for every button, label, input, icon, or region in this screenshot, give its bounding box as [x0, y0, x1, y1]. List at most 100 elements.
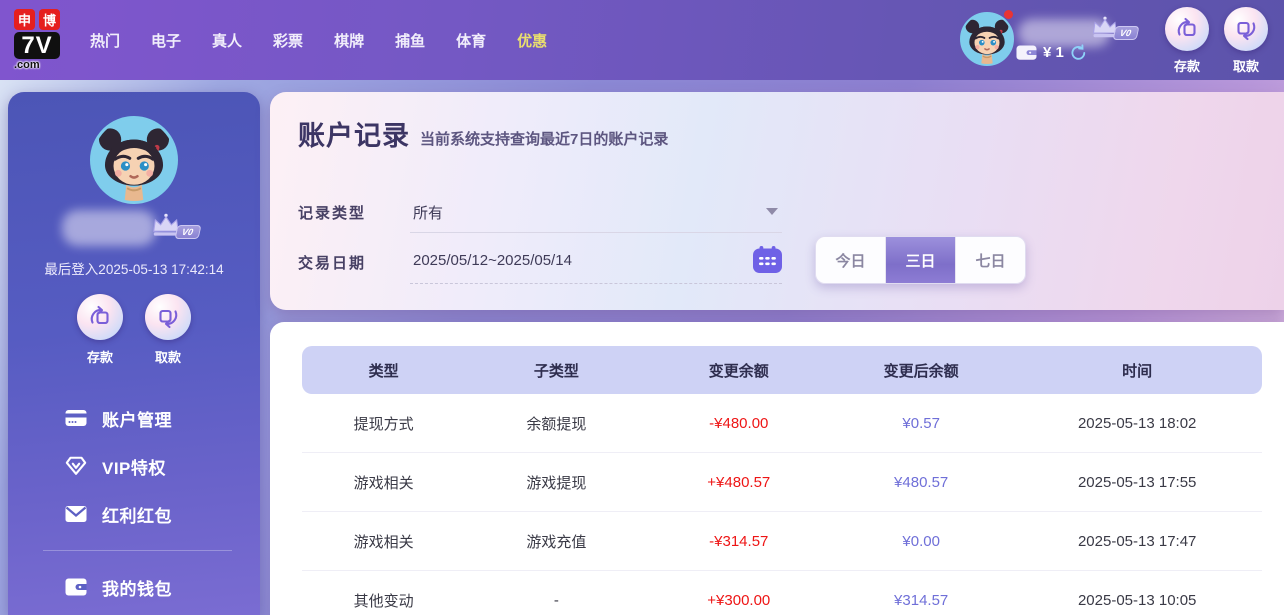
- table-header-row: 类型 子类型 变更余额 变更后余额 时间: [302, 346, 1262, 394]
- calendar-icon[interactable]: [753, 246, 782, 273]
- table-row: 其他变动 - +¥300.00 ¥314.57 2025-05-13 10:05: [302, 571, 1262, 615]
- username-redacted: [62, 210, 156, 246]
- cell-balance_after: ¥314.57: [894, 591, 949, 609]
- cell-balance_after: ¥0.57: [829, 394, 1013, 453]
- column-header: 变更余额: [647, 346, 830, 394]
- refresh-balance-icon[interactable]: [1070, 44, 1087, 61]
- range-button-今日[interactable]: 今日: [816, 237, 886, 283]
- deposit-button[interactable]: 存款: [77, 294, 123, 366]
- cell-subtype: 游戏充值: [465, 511, 648, 571]
- record-type-underline: [410, 232, 782, 233]
- sidebar-item-账户管理[interactable]: 账户管理: [8, 394, 260, 442]
- sidebar-item-label: VIP特权: [102, 458, 166, 478]
- vip-badge: V0: [174, 225, 202, 239]
- cell-change: +¥300.00: [707, 591, 771, 609]
- card-icon: [65, 407, 87, 429]
- deposit-button[interactable]: 存款: [1165, 7, 1209, 75]
- sidebar-item-label: 我的钱包: [102, 579, 172, 599]
- vip-badge: V0: [1112, 26, 1140, 40]
- avatar-cartoon-icon: [962, 14, 1012, 64]
- menu-divider: [43, 550, 232, 551]
- date-range-label: 交易日期: [298, 255, 367, 272]
- nav-item-电子[interactable]: 电子: [151, 30, 181, 51]
- sidebar-item-VIP特权[interactable]: VIP特权: [8, 442, 260, 490]
- sidebar-item-我的钱包[interactable]: 我的钱包: [8, 563, 260, 611]
- cell-subtype: -: [553, 591, 559, 609]
- nav-item-捕鱼[interactable]: 捕鱼: [395, 30, 425, 51]
- action-label: 存款: [86, 350, 113, 365]
- record-type-select-value[interactable]: 所有: [413, 202, 443, 223]
- range-button-七日[interactable]: 七日: [956, 237, 1025, 283]
- sidebar-item-label: 红利红包: [102, 506, 172, 526]
- sidebar-item-红利红包[interactable]: 红利红包: [8, 490, 260, 538]
- table-row: 提现方式 余额提现 -¥480.00 ¥0.57 2025-05-13 18:02: [302, 394, 1262, 453]
- sidebar-menu: 账户管理 VIP特权 红利红包 我的钱包 充提明细: [8, 394, 260, 615]
- avatar[interactable]: [960, 12, 1014, 66]
- range-button-三日[interactable]: 三日: [886, 237, 956, 283]
- page-background: V0 最后登入2025-05-13 17:42:14 存款 取款 账户管理 VI…: [0, 80, 1284, 615]
- logo-badge-right: 博: [39, 9, 60, 30]
- balance-amount: ¥ 1: [1043, 44, 1064, 61]
- cell-type: 游戏相关: [302, 511, 466, 571]
- vip-level[interactable]: V0: [150, 212, 212, 244]
- column-header: 变更后余额: [829, 346, 1013, 394]
- nav-item-真人[interactable]: 真人: [212, 30, 242, 51]
- date-range-underline: [410, 283, 782, 284]
- site-logo[interactable]: 申 博 7V .com: [14, 9, 78, 71]
- sidebar: V0 最后登入2025-05-13 17:42:14 存款 取款 账户管理 VI…: [8, 92, 260, 615]
- cell-time: 2025-05-13 17:55: [1012, 452, 1262, 512]
- nav-item-棋牌[interactable]: 棋牌: [334, 30, 364, 51]
- deposit-icon: [1165, 7, 1209, 51]
- last-login-text: 最后登入2025-05-13 17:42:14: [44, 262, 224, 277]
- date-range-value[interactable]: 2025/05/12~2025/05/14: [413, 252, 572, 269]
- page-title: 账户记录: [298, 121, 410, 151]
- nav-item-彩票[interactable]: 彩票: [273, 30, 303, 51]
- cell-time: 2025-05-13 10:05: [1077, 591, 1197, 609]
- logo-badges: 申 博: [14, 9, 78, 30]
- user-cluster: V0 ¥ 1: [952, 0, 1162, 80]
- sidebar-item-充提明细[interactable]: 充提明细: [8, 611, 260, 615]
- wallet-icon: [1016, 45, 1037, 60]
- logo-main-text: 7V: [14, 32, 60, 59]
- cell-change: +¥480.57: [647, 452, 830, 512]
- column-header: 子类型: [465, 346, 648, 394]
- cell-subtype: 游戏提现: [465, 452, 648, 512]
- account-records-panel: 账户记录 当前系统支持查询最近7日的账户记录 记录类型 所有 交易日期 2025…: [270, 92, 1284, 310]
- withdraw-icon: [145, 294, 191, 340]
- envelope-icon: [65, 503, 87, 525]
- avatar-cartoon-icon: [93, 119, 175, 201]
- logo-badge-left: 申: [14, 9, 35, 30]
- topbar-actions: 存款 取款: [1165, 7, 1268, 75]
- withdraw-button[interactable]: 取款: [145, 294, 191, 366]
- nav-item-优惠[interactable]: 优惠: [517, 30, 547, 51]
- cell-balance_after: ¥480.57: [829, 452, 1013, 512]
- chevron-down-icon[interactable]: [766, 208, 778, 215]
- table-row: 游戏相关 游戏提现 +¥480.57 ¥480.57 2025-05-13 17:55: [302, 452, 1262, 512]
- cell-type: 提现方式: [302, 394, 466, 453]
- gem-icon: [65, 455, 87, 477]
- avatar[interactable]: [90, 116, 178, 204]
- date-range-quick-buttons: 今日 三日 七日: [815, 236, 1026, 284]
- deposit-icon: [77, 294, 123, 340]
- cell-type: 游戏相关: [302, 452, 466, 512]
- page-subtitle: 当前系统支持查询最近7日的账户记录: [420, 131, 669, 148]
- cell-subtype: 余额提现: [465, 394, 648, 453]
- screen: 申 博 7V .com 热门电子真人彩票棋牌捕鱼体育优惠 V0 ¥: [0, 0, 1284, 615]
- record-type-label: 记录类型: [298, 205, 367, 222]
- cell-type: 其他变动: [353, 592, 414, 610]
- cell-time: 2025-05-13 18:02: [1012, 394, 1262, 453]
- wallet-icon: [65, 576, 87, 598]
- vip-level[interactable]: V0: [1090, 15, 1152, 45]
- notification-dot: [1004, 10, 1013, 19]
- table-row: 游戏相关 游戏充值 -¥314.57 ¥0.00 2025-05-13 17:47: [302, 511, 1262, 571]
- column-header: 类型: [302, 346, 466, 394]
- cell-change: -¥480.00: [647, 394, 830, 453]
- nav-item-热门[interactable]: 热门: [90, 30, 120, 51]
- nav-item-体育[interactable]: 体育: [456, 30, 486, 51]
- logo-suffix-text: .com: [14, 59, 40, 71]
- records-table-panel: 类型 子类型 变更余额 变更后余额 时间 提现方式 余额提现 -¥480.00 ¥0.57 20…: [270, 322, 1284, 615]
- cell-time: 2025-05-13 17:47: [1012, 511, 1262, 571]
- withdraw-button[interactable]: 取款: [1224, 7, 1268, 75]
- action-label: 取款: [154, 350, 181, 365]
- balance-row: ¥ 1: [1016, 44, 1087, 61]
